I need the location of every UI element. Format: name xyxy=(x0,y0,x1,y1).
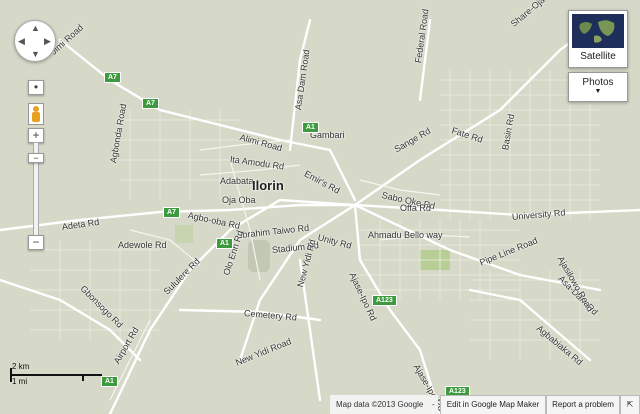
scale-mi-label: 1 mi xyxy=(12,377,28,386)
highway-shield: A123 xyxy=(372,295,397,306)
chevron-down-icon: ▼ xyxy=(594,88,602,95)
attribution-bar: Map data ©2013 Google xyxy=(330,395,434,414)
map-scale: 2 km 1 mi xyxy=(8,360,108,390)
attribution-text: Map data ©2013 Google xyxy=(336,400,424,409)
satellite-thumbnail xyxy=(572,14,624,48)
zoom-in-button[interactable]: + xyxy=(28,128,44,143)
scale-km-label: 2 km xyxy=(12,362,30,371)
edit-in-map-maker-link[interactable]: Edit in Google Map Maker xyxy=(440,395,546,414)
dot-icon: • xyxy=(33,80,39,94)
zoom-slider-handle[interactable]: − xyxy=(28,153,44,163)
report-a-problem-link[interactable]: Report a problem xyxy=(546,395,620,414)
highway-shield: A7 xyxy=(104,72,121,83)
photos-label: Photos xyxy=(582,77,614,88)
city-label-ilorin: Ilorin xyxy=(252,178,284,193)
street-view-pegman-icon[interactable] xyxy=(28,103,44,125)
satellite-label: Satellite xyxy=(580,51,616,62)
map-canvas[interactable]: Jimi Road Asa Dam Road Alimi Road Ita Am… xyxy=(0,0,640,414)
satellite-toggle[interactable]: Satellite xyxy=(568,10,628,68)
highway-shield: A1 xyxy=(216,238,233,249)
collapse-arrow-icon[interactable]: ⇱ xyxy=(620,395,640,414)
road-label-ahmadu-bello-way: Ahmadu Bello way xyxy=(368,230,443,240)
map-base xyxy=(0,0,640,414)
highway-shield: A7 xyxy=(142,98,159,109)
highway-shield: A7 xyxy=(163,207,180,218)
location-button[interactable]: • xyxy=(28,80,44,95)
road-label-oja-oba: Oja Oba xyxy=(222,195,256,205)
road-label-offa-rd: Offa Rd xyxy=(400,203,431,213)
photos-toggle[interactable]: Photos ▼ xyxy=(568,72,628,102)
road-label-adabata: Adabata xyxy=(220,176,254,186)
zoom-out-button[interactable]: − xyxy=(28,235,44,250)
pan-up-icon[interactable]: ▲ xyxy=(31,23,40,33)
pan-right-icon[interactable]: ▶ xyxy=(44,36,51,47)
road-label-adewole-rd: Adewole Rd xyxy=(118,240,167,250)
footer-separator: - xyxy=(432,395,438,414)
pan-control[interactable]: ▲ ◀ ▶ ▼ xyxy=(14,20,56,62)
pan-left-icon[interactable]: ◀ xyxy=(18,36,25,47)
pan-down-icon[interactable]: ▼ xyxy=(31,49,40,59)
highway-shield: A1 xyxy=(302,122,319,133)
